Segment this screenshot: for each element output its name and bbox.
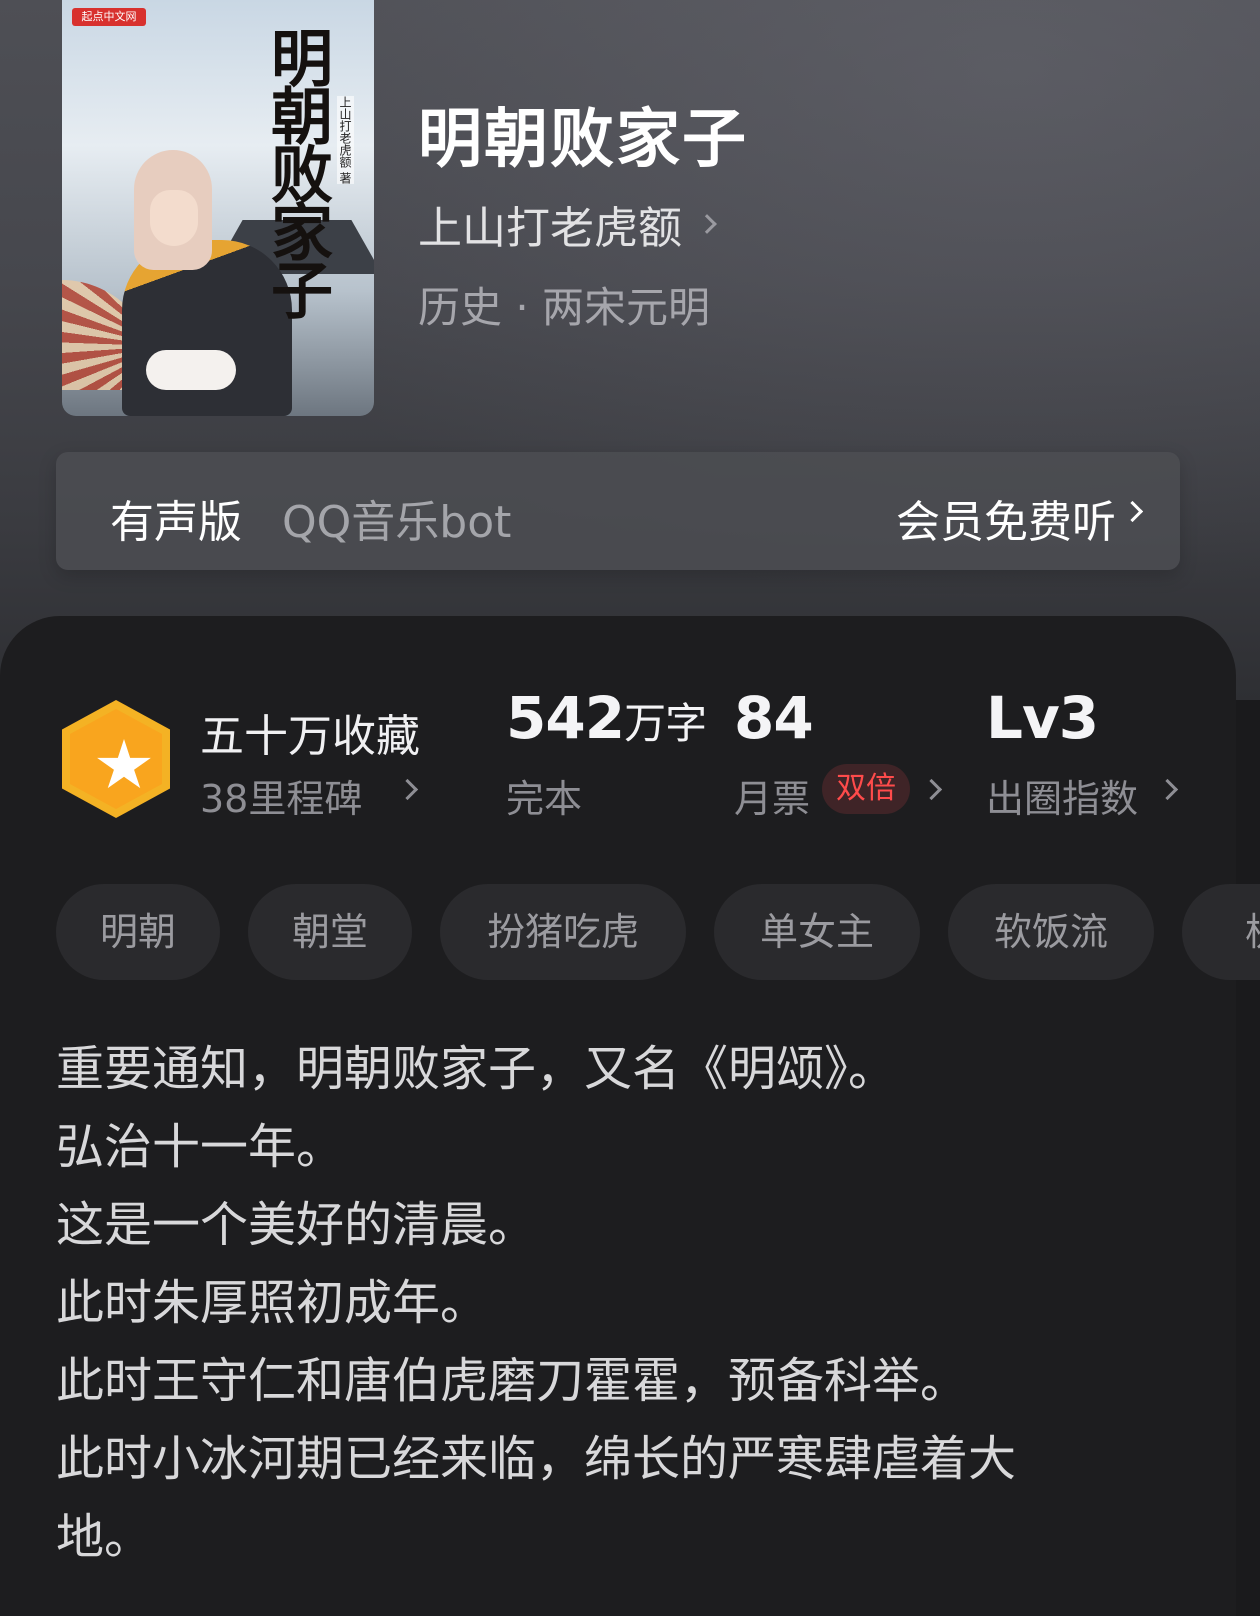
chevron-right-icon xyxy=(697,214,717,234)
description-line: 这是一个美好的清晨。 xyxy=(56,1197,537,1253)
chevron-right-icon xyxy=(396,778,419,801)
audio-version-banner[interactable]: 有声版 QQ音乐bot 会员免费听 xyxy=(56,452,1180,570)
cover-figure-face xyxy=(150,190,198,246)
chevron-right-icon xyxy=(1156,778,1179,801)
description-line: 此时小冰河期已经来临，绵长的严寒肆虐着大 xyxy=(56,1431,1017,1487)
book-genre[interactable]: 历史 · 两宋元明 xyxy=(418,274,710,335)
cover-cat-art xyxy=(146,350,236,390)
tag-chip[interactable]: 明朝 xyxy=(56,884,220,980)
tag-chip[interactable]: 朝堂 xyxy=(248,884,412,980)
chevron-right-icon xyxy=(920,778,943,801)
chevron-right-icon xyxy=(1121,500,1144,523)
description-line: 重要通知，明朝败家子，又名《明颂》。 xyxy=(56,1041,897,1097)
author-link[interactable]: 上山打老虎额 xyxy=(418,192,717,256)
completion-status: 完本 xyxy=(506,777,583,821)
word-count: 542万字 xyxy=(506,684,707,752)
popularity-level[interactable]: Lv3 xyxy=(986,684,1099,752)
book-cover-image[interactable]: 起点中文网 明朝败家子 上山打老虎额 著 xyxy=(62,0,374,416)
tickets-chevron xyxy=(920,778,943,801)
double-tickets-badge: 双倍 xyxy=(822,764,910,814)
monthly-tickets-label[interactable]: 月票 xyxy=(734,768,810,823)
book-title: 明朝败家子 xyxy=(418,102,748,177)
popularity-chevron xyxy=(1156,778,1179,801)
collections-count[interactable]: 五十万收藏 xyxy=(200,700,420,764)
description-line: 此时朱厚照初成年。 xyxy=(56,1275,489,1331)
audio-source: QQ音乐bot xyxy=(282,497,512,548)
cover-publisher-logo: 起点中文网 xyxy=(72,8,146,26)
cover-title-calligraphy: 明朝败家子 xyxy=(260,26,333,316)
book-description[interactable]: 重要通知，明朝败家子，又名《明颂》。 弘治十一年。 这是一个美好的清晨。 此时朱… xyxy=(56,1030,1176,1576)
tag-chip[interactable]: 杭 xyxy=(1182,884,1260,980)
description-line: 此时王守仁和唐伯虎磨刀霍霍，预备科举。 xyxy=(56,1353,969,1409)
cover-author-label: 上山打老虎额 著 xyxy=(337,96,354,184)
milestones-link[interactable]: 38里程碑 xyxy=(200,768,362,823)
word-count-unit: 万字 xyxy=(624,699,707,748)
word-count-number: 542 xyxy=(506,684,625,752)
hexagon-inner xyxy=(70,709,162,809)
audio-listen-button[interactable]: 会员免费听 xyxy=(896,486,1116,550)
description-line: 地。 xyxy=(56,1509,153,1565)
description-line: 弘治十一年。 xyxy=(56,1119,345,1175)
audio-label: 有声版 xyxy=(110,497,242,548)
star-icon xyxy=(97,739,151,789)
tag-chip[interactable]: 软饭流 xyxy=(948,884,1154,980)
author-name: 上山打老虎额 xyxy=(418,203,682,254)
tag-chip[interactable]: 扮猪吃虎 xyxy=(440,884,686,980)
tag-chip[interactable]: 单女主 xyxy=(714,884,920,980)
monthly-tickets-count[interactable]: 84 xyxy=(734,684,814,752)
audio-chevron-wrap xyxy=(1121,500,1144,523)
popularity-index-label[interactable]: 出圈指数 xyxy=(986,768,1138,823)
tag-list: 明朝 朝堂 扮猪吃虎 单女主 软饭流 杭 xyxy=(56,884,1260,980)
milestones-chevron xyxy=(396,778,419,801)
